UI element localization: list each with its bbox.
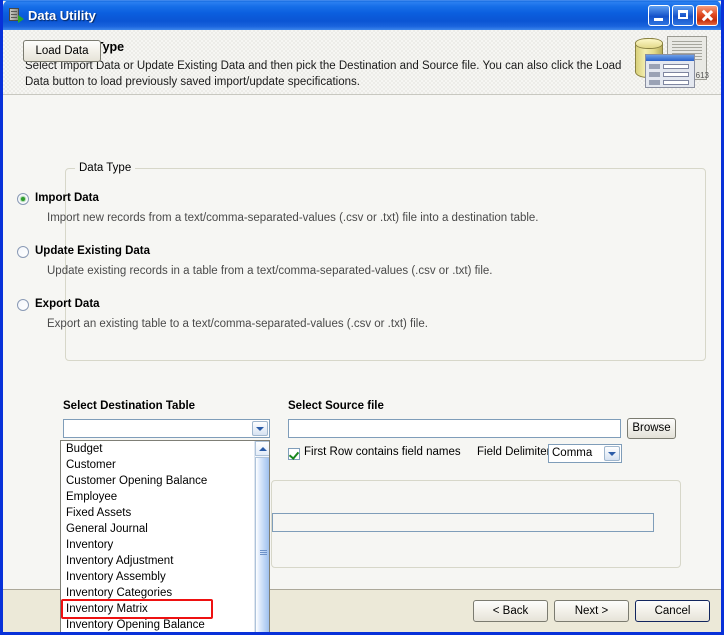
load-data-button[interactable]: Load Data <box>23 40 101 62</box>
radio-label-import-data: Import Data <box>35 192 99 204</box>
dropdown-option[interactable]: Fixed Assets <box>61 505 255 521</box>
chevron-down-icon[interactable] <box>252 421 268 436</box>
radio-export-data[interactable] <box>17 299 29 311</box>
dropdown-option[interactable]: Inventory Assembly <box>61 569 255 585</box>
window-title: Data Utility <box>28 7 96 23</box>
field-delimiter-combobox[interactable]: Comma <box>548 444 622 463</box>
close-button[interactable] <box>696 4 718 26</box>
radio-desc-export-data: Export an existing table to a text/comma… <box>47 318 428 330</box>
browse-button[interactable]: Browse <box>627 418 676 439</box>
chevron-down-icon[interactable] <box>604 446 620 461</box>
radio-label-update-existing-data: Update Existing Data <box>35 245 151 257</box>
radio-update-existing-data[interactable] <box>17 246 29 258</box>
destination-table-option-list[interactable]: Budget Customer Customer Opening Balance Em… <box>61 441 255 632</box>
back-button[interactable]: < Back <box>473 600 548 622</box>
next-button[interactable]: Next > <box>554 600 629 622</box>
page-description: Select Import Data or Update Existing Da… <box>25 60 622 88</box>
dropdown-option[interactable]: Customer <box>61 457 255 473</box>
dropdown-option[interactable]: Employee <box>61 489 255 505</box>
source-file-label: Select Source file <box>288 400 384 412</box>
first-row-checkbox[interactable] <box>288 448 300 460</box>
dropdown-option[interactable]: Inventory Matrix <box>61 601 255 617</box>
destination-table-combobox[interactable] <box>63 419 270 438</box>
dropdown-scrollbar[interactable] <box>254 441 269 632</box>
radio-label-export-data: Export Data <box>35 298 100 310</box>
data-utility-icon <box>8 7 24 23</box>
window-client-area: Select Data Type Select Import Data or U… <box>3 30 721 632</box>
destination-table-label: Select Destination Table <box>63 400 196 412</box>
destination-table-dropdown[interactable]: Budget Customer Customer Opening Balance Em… <box>60 440 270 632</box>
dropdown-option[interactable]: Budget <box>61 441 255 457</box>
title-bar: Data Utility <box>3 0 721 30</box>
specification-input[interactable] <box>272 513 654 532</box>
cancel-button[interactable]: Cancel <box>635 600 710 622</box>
scroll-up-arrow-icon[interactable] <box>255 441 269 456</box>
dropdown-option[interactable]: General Journal <box>61 521 255 537</box>
dropdown-option[interactable]: Inventory Categories <box>61 585 255 601</box>
dropdown-option[interactable]: Inventory Opening Balance <box>61 617 255 632</box>
window-controls <box>648 4 718 26</box>
data-type-legend: Data Type <box>75 162 136 174</box>
field-delimiter-label: Field Delimiter <box>477 446 551 458</box>
radio-desc-update-existing-data: Update existing records in a table from … <box>47 265 493 277</box>
radio-import-data[interactable] <box>17 193 29 205</box>
first-row-checkbox-label: First Row contains field names <box>304 446 461 458</box>
header-graphic-number: 613 <box>695 71 709 80</box>
data-utility-window: Data Utility Select Data Type Select Imp… <box>0 0 724 635</box>
radio-desc-import-data: Import new records from a text/comma-sep… <box>47 212 539 224</box>
source-file-input[interactable] <box>288 419 621 438</box>
dropdown-option[interactable]: Customer Opening Balance <box>61 473 255 489</box>
scrollbar-thumb[interactable] <box>255 457 269 632</box>
field-delimiter-value: Comma <box>552 447 593 459</box>
minimize-button[interactable] <box>648 4 670 26</box>
dropdown-option[interactable]: Inventory Adjustment <box>61 553 255 569</box>
wizard-header: Select Data Type Select Import Data or U… <box>3 30 721 95</box>
maximize-button[interactable] <box>672 4 694 26</box>
database-import-icon: 613 <box>627 34 711 90</box>
dropdown-option[interactable]: Inventory <box>61 537 255 553</box>
